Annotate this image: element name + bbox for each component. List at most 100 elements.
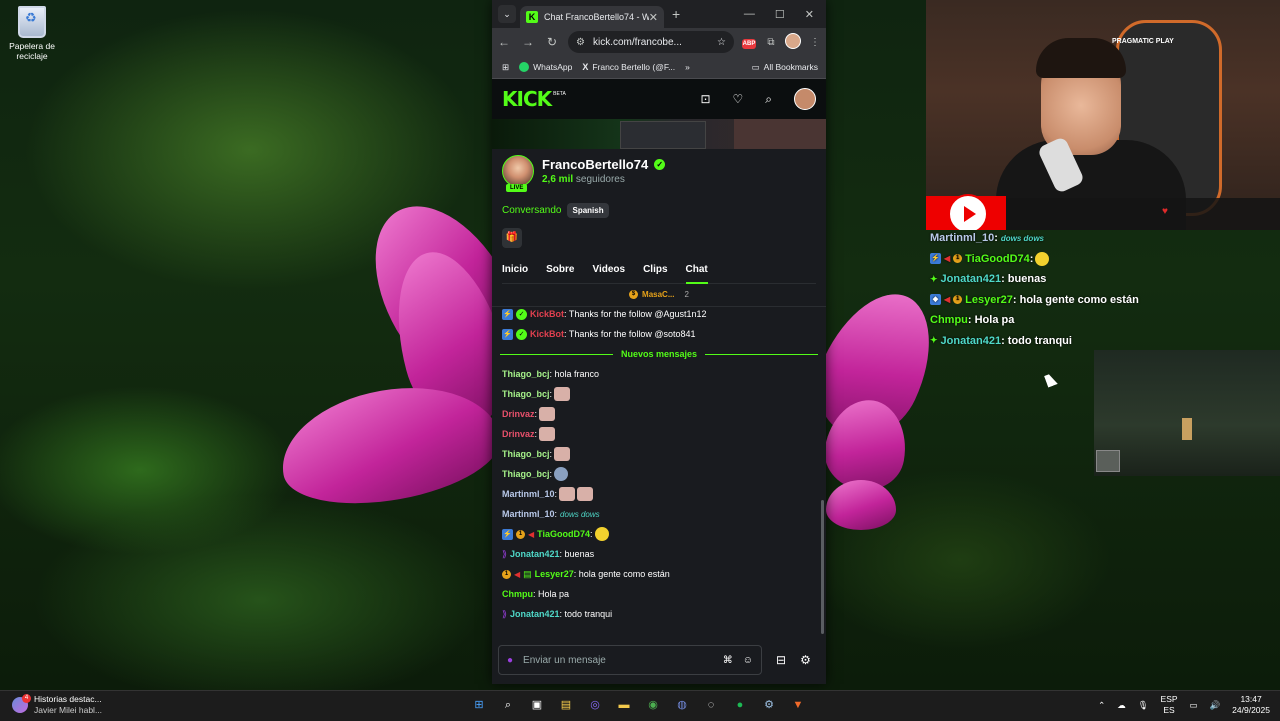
sub-badge-icon: ◀ — [944, 295, 951, 305]
beta-label: BETA — [553, 91, 566, 97]
all-bookmarks[interactable]: ▭ All Bookmarks — [752, 62, 818, 73]
display-icon[interactable]: ▭ — [1190, 700, 1198, 711]
smile-emote-icon — [594, 527, 609, 541]
recycle-bin[interactable]: Papelera de reciclaje — [8, 6, 56, 61]
gift-icon[interactable]: 🎁 — [502, 228, 522, 248]
browser-tab[interactable]: K Chat FrancoBertello74 - Watch ✕ — [520, 6, 664, 28]
smile-emote-icon — [1035, 251, 1050, 266]
chat-placeholder: Enviar un mensaje — [523, 654, 606, 666]
tab-close-icon[interactable]: ✕ — [649, 11, 658, 24]
sub-badge-icon: ◀ — [528, 529, 535, 539]
network-off-icon[interactable]: ☁ — [1117, 700, 1126, 711]
heart-icon: ♥ — [1162, 206, 1168, 217]
chat-message: Martinml_10: — [492, 484, 826, 504]
x-icon: X — [582, 62, 589, 72]
mic-icon[interactable]: ● — [507, 655, 513, 666]
cortana-icon[interactable]: ◎ — [586, 696, 604, 714]
tab-chat[interactable]: Chat — [685, 264, 709, 284]
profile-avatar[interactable] — [782, 32, 804, 52]
language-badge[interactable]: Spanish — [567, 203, 609, 218]
brave-icon[interactable]: ▼ — [789, 696, 807, 714]
store-icon[interactable]: ▤ — [557, 696, 575, 714]
menu-icon[interactable]: ⋮ — [804, 37, 826, 48]
window-controls: — ☐ ✕ — [744, 8, 814, 21]
tab-videos[interactable]: Videos — [592, 264, 625, 275]
emote-icon — [539, 407, 556, 421]
verified-badge-icon: ✓ — [516, 328, 527, 340]
chrome-icon[interactable]: ◉ — [644, 696, 662, 714]
chair-brand: PRAGMATIC PLAY — [1112, 38, 1174, 45]
clock[interactable]: 13:47 24/9/2025 — [1232, 694, 1270, 716]
close-window-icon[interactable]: ✕ — [805, 8, 814, 21]
emote-icon — [559, 487, 576, 501]
microphone-icon[interactable]: 🎙 — [1138, 700, 1149, 711]
kick-logo[interactable]: KICK — [502, 87, 552, 111]
following-heart-icon[interactable]: ♡ — [733, 92, 744, 106]
volume-icon[interactable]: 🔊 — [1210, 700, 1221, 711]
bookmark-star-icon[interactable]: ☆ — [717, 37, 726, 48]
category-link[interactable]: Conversando — [502, 205, 561, 216]
discord-icon[interactable]: ◍ — [673, 696, 691, 714]
chat-input[interactable]: ● Enviar un mensaje ⌘ ☺ — [498, 645, 762, 675]
emoji-icon[interactable]: ☺ — [743, 655, 753, 666]
webcam-feed: PRAGMATIC PLAY ♥ — [926, 0, 1280, 230]
chat-message: ⚡ ✓ KickBot: Thanks for the follow @Agust… — [502, 308, 707, 320]
game-box — [1096, 450, 1120, 472]
tab-bar: ⌄ K Chat FrancoBertello74 - Watch ✕ + — … — [492, 0, 826, 28]
commands-icon[interactable]: ⌘ — [723, 655, 733, 666]
language-indicator[interactable]: ESP ES — [1161, 694, 1178, 716]
tab-sobre[interactable]: Sobre — [546, 264, 574, 275]
tab-clips[interactable]: Clips — [643, 264, 667, 275]
bookmarks-overflow-icon[interactable]: » — [685, 62, 690, 72]
user-avatar[interactable] — [794, 88, 816, 110]
followers: 2,6 mil seguidores — [542, 174, 625, 185]
chat-message: ⟫ Jonatan421: todo tranqui — [502, 608, 613, 620]
browser-window: ⌄ K Chat FrancoBertello74 - Watch ✕ + — … — [492, 0, 826, 684]
chat-messages: ⚡ ✓ KickBot: Thanks for the follow @Agust… — [492, 296, 826, 636]
coin-icon: 1 — [953, 295, 963, 305]
extensions-icon[interactable]: ⧉ — [760, 37, 782, 48]
channel-avatar[interactable]: LIVE — [502, 155, 534, 192]
news-subtitle: Javier Milei habl... — [34, 705, 103, 715]
news-icon: 4 — [12, 694, 31, 713]
site-info-icon[interactable]: ⚙ — [576, 37, 585, 48]
channel-banner — [492, 119, 826, 149]
back-icon[interactable]: ← — [492, 35, 516, 49]
banner-screen — [620, 121, 706, 149]
forward-icon[interactable]: → — [516, 35, 540, 49]
new-tab-icon[interactable]: + — [672, 6, 680, 22]
tray-overflow-icon[interactable]: ⌃ — [1098, 700, 1105, 711]
whatsapp-icon — [519, 62, 530, 72]
tab-title: Chat FrancoBertello74 - Watch — [544, 12, 649, 22]
sub-badge-icon: ◀ — [944, 254, 951, 264]
bot-badge-icon: ⚡ — [502, 308, 513, 320]
chat-scrollbar[interactable] — [821, 500, 824, 634]
tab-inicio[interactable]: Inicio — [502, 264, 528, 275]
spotify-icon[interactable]: ● — [731, 696, 749, 714]
apps-icon[interactable]: ⊞ — [502, 62, 509, 73]
toolbar: ← → ↻ ⚙ kick.com/francobe... ☆ ABP ⧉ ⋮ — [492, 28, 826, 56]
reload-icon[interactable]: ↻ — [540, 35, 564, 49]
browse-icon[interactable]: ⊡ — [700, 92, 710, 106]
address-bar[interactable]: ⚙ kick.com/francobe... ☆ — [568, 31, 734, 53]
search-icon[interactable]: ⌕ — [765, 92, 772, 107]
file-explorer-icon[interactable]: ▬ — [615, 696, 633, 714]
game-preview — [1094, 350, 1280, 476]
channel-name[interactable]: FrancoBertello74 — [542, 157, 648, 172]
bookmark-x[interactable]: X Franco Bertello (@F... — [582, 62, 675, 72]
steam-icon[interactable]: ⚙ — [760, 696, 778, 714]
adblock-extension-icon[interactable]: ABP — [738, 37, 760, 49]
store-icon[interactable]: ⊟ — [776, 653, 786, 667]
chat-settings-icon[interactable]: ⚙ — [800, 653, 811, 667]
app-icon[interactable]: ◌ — [702, 696, 720, 714]
taskbar: 4 Historias destac... Javier Milei habl.… — [0, 690, 1280, 721]
maximize-icon[interactable]: ☐ — [775, 8, 785, 21]
start-icon[interactable]: ⊞ — [470, 696, 488, 714]
task-view-icon[interactable]: ▣ — [528, 696, 546, 714]
tab-search-icon[interactable]: ⌄ — [498, 5, 516, 23]
bookmark-whatsapp[interactable]: WhatsApp — [519, 62, 572, 72]
search-icon[interactable]: ⌕ — [499, 696, 517, 714]
minimize-icon[interactable]: — — [744, 8, 755, 21]
bot-badge-icon: ⚡ — [930, 253, 941, 265]
news-widget[interactable]: 4 Historias destac... Javier Milei habl.… — [12, 694, 102, 716]
